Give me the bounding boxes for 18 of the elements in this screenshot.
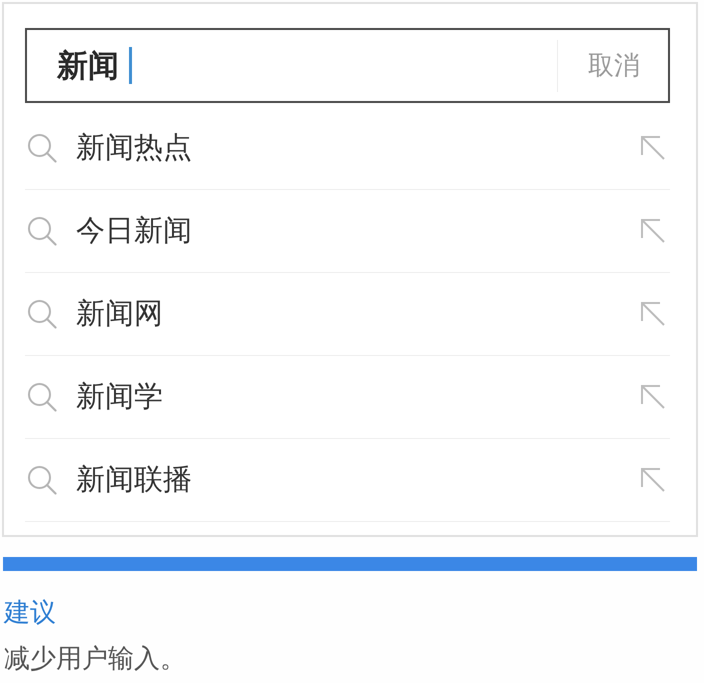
up-left-arrow-icon[interactable] xyxy=(640,301,666,327)
search-icon xyxy=(27,382,57,412)
suggestion-item[interactable]: 新闻联播 xyxy=(25,460,192,500)
suggestion-item[interactable]: 今日新闻 xyxy=(25,211,192,251)
search-field[interactable]: 新闻 xyxy=(27,30,557,101)
suggestion-item[interactable]: 新闻热点 xyxy=(25,128,192,168)
suggestion-item[interactable]: 新闻学 xyxy=(25,377,163,417)
search-icon xyxy=(27,465,57,495)
up-left-arrow-icon[interactable] xyxy=(640,467,666,493)
up-left-arrow-icon[interactable] xyxy=(640,384,666,410)
tip-text: 减少用户输入。 xyxy=(4,643,186,676)
search-icon xyxy=(27,299,57,329)
search-icon xyxy=(27,216,57,246)
search-icon xyxy=(27,133,57,163)
up-left-arrow-icon[interactable] xyxy=(640,218,666,244)
suggestion-item[interactable]: 新闻网 xyxy=(25,294,163,334)
up-left-arrow-icon[interactable] xyxy=(640,135,666,161)
tip-heading: 建议 xyxy=(4,597,56,630)
